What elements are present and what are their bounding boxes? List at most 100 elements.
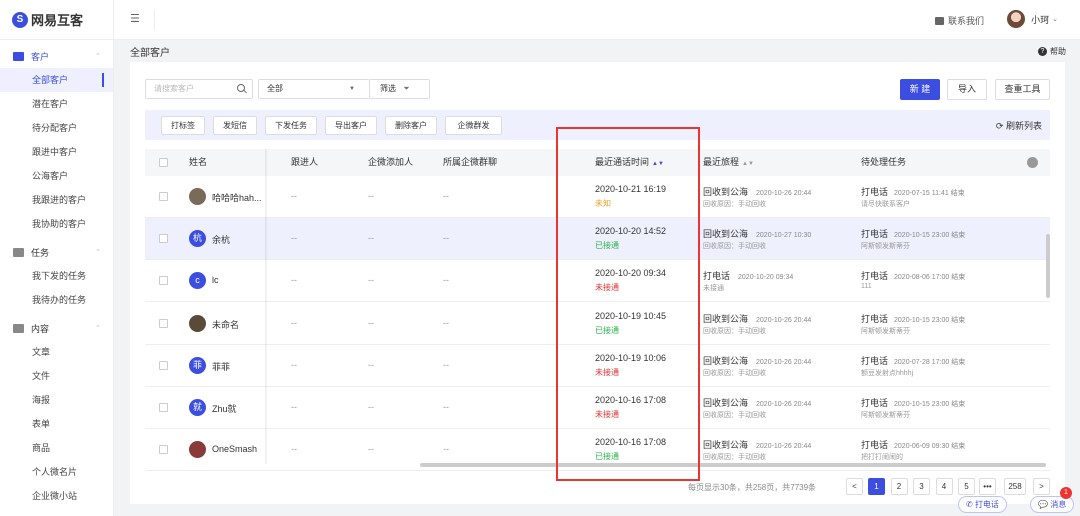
topbar: ☰ 联系我们 小珂 ⌄ <box>114 0 1080 40</box>
customer-name[interactable]: 菲菲 <box>212 360 230 373</box>
filter-button[interactable]: 筛选 ⏷ <box>370 79 430 99</box>
phone-icon: ✆ <box>966 500 973 509</box>
filter-label: 筛选 <box>380 84 396 93</box>
search-input[interactable]: 请搜索客户 <box>145 79 253 99</box>
search-icon[interactable] <box>237 84 245 92</box>
sidebar-group-customer[interactable]: 客户 ⌃ <box>0 44 113 68</box>
sidebar-item[interactable]: 企业微小站 <box>0 484 113 508</box>
sidebar-group-task[interactable]: 任务 ⌃ <box>0 240 113 264</box>
journey-cell: 回收到公海 2020-10-26 20:44 <box>703 354 811 367</box>
task-type: 打电话 <box>861 313 889 324</box>
page-last[interactable]: 258 <box>1004 478 1026 495</box>
sidebar-item[interactable]: 跟进中客户 <box>0 140 113 164</box>
page-number-button[interactable]: 5 <box>958 478 975 495</box>
sidebar-item[interactable]: 个人微名片 <box>0 460 113 484</box>
journey-time: 2020-10-26 20:44 <box>756 316 812 324</box>
user-name: 小珂 <box>1031 14 1050 25</box>
page-number-button[interactable]: 1 <box>868 478 885 495</box>
journey-detail: 未接通 <box>703 285 724 293</box>
journey-cell: 回收到公海 2020-10-26 20:44 <box>703 312 811 325</box>
page-number-button[interactable]: 3 <box>913 478 930 495</box>
scope-select[interactable]: 全部 ▼ <box>258 79 370 99</box>
brand[interactable]: S 网易互客 <box>0 0 113 40</box>
page-number-button[interactable]: 4 <box>935 478 953 495</box>
task-cell: 打电话 2020-10-15 23:00 结束 <box>861 227 965 240</box>
sidebar-item[interactable]: 我待办的任务 <box>0 288 113 312</box>
sidebar-nav: 客户 ⌃ 全部客户 潜在客户 待分配客户 跟进中客户 公海客户 我跟进的客户 我协助的客户 任务 ⌃… <box>0 44 113 508</box>
wecom-adder-cell: -- <box>368 233 374 244</box>
chevron-up-icon[interactable]: ⌃ <box>95 248 101 256</box>
sidebar-item[interactable]: 我跟进的客户 <box>0 188 113 212</box>
sidebar-item[interactable]: 全部客户 <box>0 68 113 92</box>
row-checkbox[interactable] <box>159 445 168 455</box>
row-checkbox[interactable] <box>159 234 168 244</box>
task-time: 2020-07-28 17:00 结束 <box>894 358 966 366</box>
row-checkbox[interactable] <box>159 403 168 412</box>
pagination-info: 每页显示30条，共258页，共7739条 <box>688 483 817 492</box>
select-all-checkbox[interactable] <box>159 158 168 167</box>
contact-us-link[interactable]: 联系我们 <box>934 14 984 27</box>
sidebar-item[interactable]: 我协助的客户 <box>0 212 113 236</box>
journey-cell: 回收到公海 2020-10-26 20:44 <box>703 438 811 451</box>
call-float-button[interactable]: ✆ 打电话 <box>958 496 1007 513</box>
customer-name[interactable]: lc <box>212 275 219 285</box>
help-label: 帮助 <box>1050 47 1066 56</box>
delete-customers-button[interactable]: 删除客户 <box>385 116 437 135</box>
sidebar-group-content[interactable]: 内容 ⌃ <box>0 316 113 340</box>
row-checkbox[interactable] <box>159 192 168 201</box>
funnel-icon: ⏷ <box>403 84 410 93</box>
row-checkbox[interactable] <box>159 360 168 370</box>
sidebar-item[interactable]: 海报 <box>0 388 113 412</box>
sidebar-item[interactable]: 商品 <box>0 436 113 460</box>
row-checkbox[interactable] <box>159 276 168 286</box>
customer-name[interactable]: 未命名 <box>212 318 239 331</box>
new-button[interactable]: 新 建 <box>900 79 940 100</box>
customer-name[interactable]: Zhu就 <box>212 402 237 415</box>
page-ellipsis[interactable]: ••• <box>979 478 996 495</box>
import-button[interactable]: 导入 <box>947 79 987 100</box>
sidebar-group-label: 客户 <box>31 51 50 62</box>
next-page-button[interactable]: > <box>1033 478 1050 495</box>
help-link[interactable]: ? 帮助 <box>1038 46 1066 57</box>
dedup-tool-button[interactable]: 查重工具 <box>995 79 1050 100</box>
horizontal-scrollbar[interactable] <box>420 463 1046 467</box>
page-number-button[interactable]: 2 <box>890 478 908 495</box>
wecom-adder-cell: -- <box>368 359 374 370</box>
tag-button[interactable]: 打标签 <box>161 116 205 135</box>
task-cell: 打电话 2020-10-15 23:00 结束 <box>861 396 965 409</box>
journey-time: 2020-10-26 20:44 <box>756 190 812 197</box>
row-checkbox[interactable] <box>159 318 168 328</box>
sidebar-item[interactable]: 待分配客户 <box>0 116 113 140</box>
wecom-group-cell: -- <box>443 444 449 455</box>
call-float-label: 打电话 <box>974 500 999 509</box>
follower-cell: -- <box>291 275 297 286</box>
chevron-up-icon[interactable]: ⌃ <box>95 52 101 60</box>
export-customers-button[interactable]: 导出客户 <box>325 116 377 135</box>
wecom-group-cell: -- <box>443 275 449 286</box>
sidebar-item[interactable]: 文章 <box>0 340 113 364</box>
sidebar-item[interactable]: 文件 <box>0 364 113 388</box>
header-last-journey[interactable]: 最近旅程 ▲▼ <box>703 149 754 178</box>
wecom-group-cell: -- <box>443 317 449 328</box>
send-sms-button[interactable]: 发短信 <box>213 116 257 135</box>
customer-name[interactable]: 哈哈哈hah... <box>212 191 262 204</box>
sidebar-item[interactable]: 潜在客户 <box>0 92 113 116</box>
wecom-broadcast-button[interactable]: 企微群发 <box>445 116 502 135</box>
customer-avatar: 菲 <box>189 356 206 374</box>
chevron-up-icon[interactable]: ⌃ <box>95 324 101 332</box>
user-menu[interactable]: 小珂 ⌄ <box>1007 10 1058 28</box>
sidebar-item[interactable]: 我下发的任务 <box>0 264 113 288</box>
header-wecom-group: 所属企微群聊 <box>443 157 498 167</box>
refresh-list-button[interactable]: ⟳ 刷新列表 <box>996 119 1042 132</box>
customer-name[interactable]: 余杭 <box>212 233 230 246</box>
customer-name[interactable]: OneSmash <box>212 444 257 454</box>
sort-icon[interactable]: ▲▼ <box>742 161 754 167</box>
vertical-scrollbar[interactable] <box>1046 234 1050 298</box>
sidebar-item[interactable]: 表单 <box>0 412 113 436</box>
gear-icon[interactable] <box>1027 157 1038 168</box>
sidebar-item[interactable]: 公海客户 <box>0 164 113 188</box>
prev-page-button[interactable]: < <box>846 478 863 495</box>
user-avatar <box>1007 10 1026 28</box>
assign-task-button[interactable]: 下发任务 <box>265 116 317 135</box>
menu-toggle-icon[interactable]: ☰ <box>130 14 140 25</box>
